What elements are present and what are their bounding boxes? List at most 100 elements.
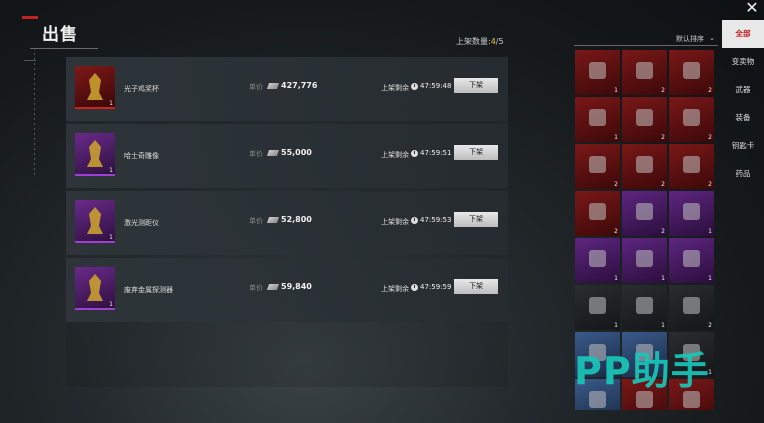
item-thumbnail: 1	[75, 133, 115, 176]
item-quantity: 1	[614, 275, 618, 282]
cash-icon	[266, 217, 280, 223]
radio-icon	[683, 203, 700, 220]
delist-button[interactable]: 下架	[454, 145, 498, 160]
cash-icon	[266, 83, 280, 89]
tab-category[interactable]: 全部	[722, 20, 764, 48]
item-name: 光子鸡奖杯	[124, 85, 159, 93]
listing-row: 1 哈士奇雕像 单价 55,000 上架剩余 47:59:51 下架	[66, 124, 508, 188]
inventory-item[interactable]: 1	[622, 285, 667, 330]
inventory-item[interactable]: 2	[575, 191, 620, 236]
price-label: 单价	[249, 150, 263, 158]
price-label: 单价	[249, 217, 263, 225]
item-quantity: 2	[614, 228, 618, 235]
title-divider	[30, 48, 98, 49]
item-name: 哈士奇雕像	[124, 152, 159, 160]
item-quantity: 1	[109, 301, 113, 308]
item-icon	[87, 73, 103, 100]
item-icon	[87, 140, 103, 167]
inventory-item[interactable]: 1	[622, 238, 667, 283]
cash-icon	[266, 150, 280, 156]
tools-icon	[683, 297, 700, 314]
clock-icon	[411, 150, 418, 157]
cash-icon	[266, 284, 280, 290]
capacity-label: 上架数量:	[456, 37, 491, 46]
tab-category[interactable]: 装备	[722, 104, 764, 132]
item-icon	[87, 207, 103, 234]
item-quantity: 2	[708, 181, 712, 188]
item-thumbnail: 1	[75, 200, 115, 243]
item-name: 废弃金属探测器	[124, 286, 173, 294]
item-quantity: 2	[708, 322, 712, 329]
price-label: 单价	[249, 284, 263, 292]
clock-icon	[411, 217, 418, 224]
fan-icon	[683, 250, 700, 267]
box-icon	[589, 297, 606, 314]
inventory-item[interactable]: 1	[669, 191, 714, 236]
inventory-item[interactable]: 2	[669, 97, 714, 142]
time-remaining: 47:59:48	[420, 82, 452, 90]
documents-icon	[683, 62, 700, 79]
item-quantity: 1	[708, 275, 712, 282]
listing-row: 1 光子鸡奖杯 单价 427,776 上架剩余 47:59:48 下架	[66, 57, 508, 121]
item-quantity: 2	[661, 87, 665, 94]
item-quantity: 1	[614, 322, 618, 329]
device-icon	[589, 62, 606, 79]
inventory-item[interactable]: 2	[622, 50, 667, 95]
item-thumbnail: 1	[75, 66, 115, 109]
time-remaining: 47:59:59	[420, 283, 452, 291]
delist-button[interactable]: 下架	[454, 279, 498, 294]
sort-dropdown[interactable]: 默认排序 ⌄	[574, 32, 718, 46]
delist-button[interactable]: 下架	[454, 212, 498, 227]
watermark: PP助手	[574, 349, 710, 393]
inventory-item[interactable]: 1	[575, 238, 620, 283]
listing-row: 1 激光测距仪 单价 52,800 上架剩余 47:59:53 下架	[66, 191, 508, 255]
time-remaining-label: 上架剩余	[381, 218, 409, 226]
item-price: 55,000	[281, 148, 312, 157]
item-quantity: 2	[661, 228, 665, 235]
item-price: 59,840	[281, 282, 312, 291]
inventory-item[interactable]: 1	[575, 50, 620, 95]
dog-statue-icon	[589, 250, 606, 267]
listing-capacity: 上架数量:4/5	[456, 36, 504, 47]
time-remaining: 47:59:51	[420, 149, 452, 157]
inventory-item[interactable]: 1	[575, 285, 620, 330]
item-quantity: 2	[708, 134, 712, 141]
tab-category[interactable]: 钥匙卡	[722, 132, 764, 160]
price-label: 单价	[249, 83, 263, 91]
item-name: 激光测距仪	[124, 219, 159, 227]
time-remaining-label: 上架剩余	[381, 151, 409, 159]
tab-category[interactable]: 变卖物	[722, 48, 764, 76]
tab-category[interactable]: 武器	[722, 76, 764, 104]
blue-card-icon	[636, 62, 653, 79]
item-quantity: 1	[661, 275, 665, 282]
item-quantity: 2	[661, 134, 665, 141]
inventory-item[interactable]: 2	[669, 285, 714, 330]
clock-icon	[411, 83, 418, 90]
inventory-item[interactable]: 1	[669, 238, 714, 283]
listing-row: 1 废弃金属探测器 单价 59,840 上架剩余 47:59:59 下架	[66, 258, 508, 322]
inventory-item[interactable]: 2	[669, 50, 714, 95]
time-remaining-label: 上架剩余	[381, 84, 409, 92]
inventory-item[interactable]: 2	[622, 144, 667, 189]
solar-panel-icon	[636, 203, 653, 220]
inventory-item[interactable]: 2	[622, 97, 667, 142]
safe-icon	[636, 297, 653, 314]
item-thumbnail: 1	[75, 267, 115, 310]
delist-button[interactable]: 下架	[454, 78, 498, 93]
item-quantity: 1	[614, 87, 618, 94]
item-quantity: 2	[661, 181, 665, 188]
inventory-item[interactable]: 1	[575, 97, 620, 142]
shell-icon	[683, 156, 700, 173]
close-icon[interactable]: ✕	[744, 0, 760, 16]
page-title: 出售	[42, 25, 78, 45]
inventory-item[interactable]: 2	[575, 144, 620, 189]
item-quantity: 1	[614, 134, 618, 141]
tab-category[interactable]: 药品	[722, 160, 764, 188]
capacity-total: /5	[495, 37, 504, 46]
gold-leaf-icon	[589, 156, 606, 173]
item-quantity: 1	[109, 234, 113, 241]
inventory-item[interactable]: 2	[669, 144, 714, 189]
gold-bar-icon	[636, 109, 653, 126]
item-quantity: 2	[614, 181, 618, 188]
inventory-item[interactable]: 2	[622, 191, 667, 236]
